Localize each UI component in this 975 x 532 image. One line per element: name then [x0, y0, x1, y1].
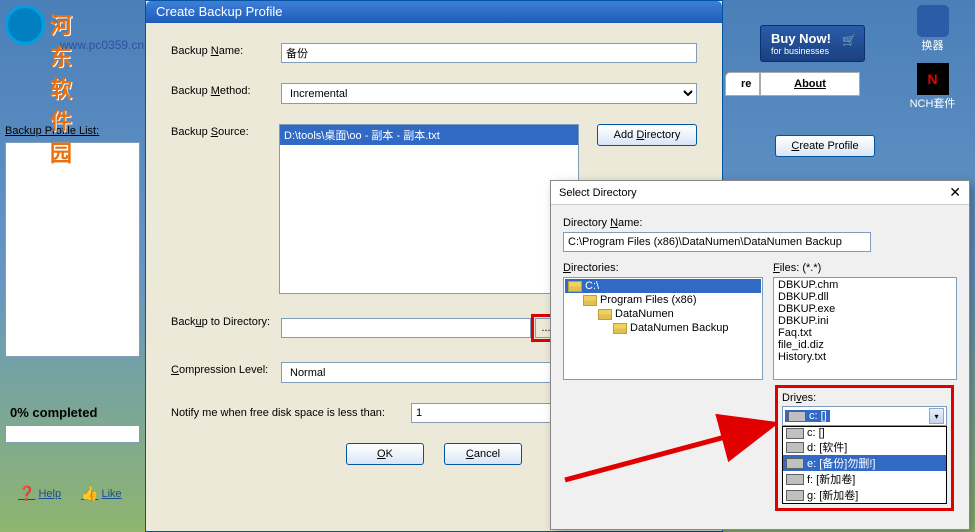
backup-to-directory-input[interactable]	[281, 318, 531, 338]
file-item[interactable]: History.txt	[775, 351, 955, 363]
drive-icon	[786, 474, 804, 485]
desktop-icons: 换器 N NCH套件	[890, 0, 975, 116]
backup-to-directory-label: Backup to Directory:	[171, 314, 281, 328]
directories-label: Directories:	[563, 262, 763, 274]
file-item[interactable]: DBKUP.chm	[775, 279, 955, 291]
cancel-button[interactable]: Cancel	[444, 443, 522, 465]
nch-icon: N	[917, 63, 949, 95]
drive-icon	[786, 490, 804, 501]
drives-highlight: Drives: c: [] ▾ c: [] d: [软件] e: [备份]勿删!…	[775, 385, 954, 511]
thumbs-up-icon: 👍	[81, 485, 98, 502]
tab-about[interactable]: About	[760, 72, 860, 96]
directory-name-label: Directory Name:	[563, 217, 957, 229]
compression-level-select[interactable]: Normal	[281, 362, 581, 383]
file-item[interactable]: DBKUP.dll	[775, 291, 955, 303]
tree-item-datanumen[interactable]: DataNumen	[565, 307, 761, 321]
cart-icon: 🛒	[842, 34, 856, 47]
drive-item-d[interactable]: d: [软件]	[783, 439, 946, 455]
tab-store[interactable]: re	[725, 72, 760, 96]
profile-list-box[interactable]	[5, 142, 140, 357]
right-panel: Buy Now! for businesses 🛒 re About	[725, 0, 885, 96]
profile-list-label: Backup Profile List:	[5, 125, 145, 137]
like-link[interactable]: 👍 Like	[81, 485, 122, 502]
files-listbox[interactable]: DBKUP.chm DBKUP.dll DBKUP.exe DBKUP.ini …	[773, 277, 957, 380]
folder-open-icon	[613, 323, 627, 334]
select-directory-titlebar: Select Directory ✕	[551, 181, 969, 205]
drive-item-f[interactable]: f: [新加卷]	[783, 471, 946, 487]
file-item[interactable]: file_id.diz	[775, 339, 955, 351]
drive-icon	[786, 428, 804, 439]
buy-now-button[interactable]: Buy Now! for businesses 🛒	[760, 25, 865, 62]
folder-open-icon	[568, 281, 582, 292]
backup-method-label: Backup Method:	[171, 83, 281, 97]
desktop-icon-nch[interactable]: N NCH套件	[890, 58, 975, 116]
select-directory-title: Select Directory	[559, 187, 637, 199]
backup-method-select[interactable]: Incremental	[281, 83, 697, 104]
folder-open-icon	[598, 309, 612, 320]
chevron-down-icon[interactable]: ▾	[929, 408, 944, 424]
tabs: re About	[725, 72, 885, 96]
drive-icon	[786, 458, 804, 469]
ok-button[interactable]: OK	[346, 443, 424, 465]
switch-icon	[917, 5, 949, 37]
left-panel: Backup Profile List:	[5, 125, 145, 357]
help-icon: ❓	[18, 485, 35, 502]
backup-source-listbox[interactable]: D:\tools\桌面\oo - 副本 - 副本.txt	[279, 124, 579, 294]
backup-name-input[interactable]	[281, 43, 697, 63]
watermark-url: www.pc0359.cn	[60, 38, 144, 52]
file-item[interactable]: Faq.txt	[775, 327, 955, 339]
file-item[interactable]: DBKUP.ini	[775, 315, 955, 327]
source-item[interactable]: D:\tools\桌面\oo - 副本 - 副本.txt	[280, 125, 578, 145]
drive-item-c[interactable]: c: []	[783, 427, 946, 439]
progress-bar	[5, 425, 140, 443]
drives-combobox[interactable]: c: [] ▾	[782, 406, 947, 426]
watermark-logo-icon	[5, 5, 45, 45]
add-directory-button[interactable]: Add Directory	[597, 124, 697, 146]
directory-tree[interactable]: C:\ Program Files (x86) DataNumen DataNu…	[563, 277, 763, 380]
compression-level-label: Compression Level:	[171, 362, 281, 376]
backup-source-label: Backup Source:	[171, 124, 279, 138]
dialog-titlebar: Create Backup Profile	[146, 1, 722, 23]
drive-icon	[788, 411, 806, 422]
notify-threshold-input[interactable]	[411, 403, 571, 423]
tree-item-datanumenbackup[interactable]: DataNumen Backup	[565, 321, 761, 335]
notify-label: Notify me when free disk space is less t…	[171, 407, 411, 419]
progress-label: 0% completed	[10, 405, 97, 420]
tree-item-c[interactable]: C:\	[565, 279, 761, 293]
directory-name-input[interactable]	[563, 232, 871, 252]
tree-item-programfiles[interactable]: Program Files (x86)	[565, 293, 761, 307]
drive-icon	[786, 442, 804, 453]
file-item[interactable]: DBKUP.exe	[775, 303, 955, 315]
drives-label: Drives:	[782, 392, 947, 404]
create-profile-button[interactable]: Create Profile	[775, 135, 875, 157]
help-link[interactable]: ❓ Help	[18, 485, 61, 502]
desktop-icon-switch[interactable]: 换器	[890, 0, 975, 58]
drives-dropdown-list[interactable]: c: [] d: [软件] e: [备份]勿删!] f: [新加卷] g: [新…	[782, 426, 947, 504]
help-links: ❓ Help 👍 Like	[18, 485, 122, 502]
folder-open-icon	[583, 295, 597, 306]
drive-item-e[interactable]: e: [备份]勿删!]	[783, 455, 946, 471]
close-icon[interactable]: ✕	[949, 184, 961, 201]
drives-section: Drives: c: [] ▾ c: [] d: [软件] e: [备份]勿删!…	[775, 385, 954, 511]
files-label: Files: (*.*)	[773, 262, 957, 274]
backup-name-label: Backup Name:	[171, 43, 281, 57]
watermark-title: 河东软件园	[50, 8, 72, 168]
drive-item-g[interactable]: g: [新加卷]	[783, 487, 946, 503]
